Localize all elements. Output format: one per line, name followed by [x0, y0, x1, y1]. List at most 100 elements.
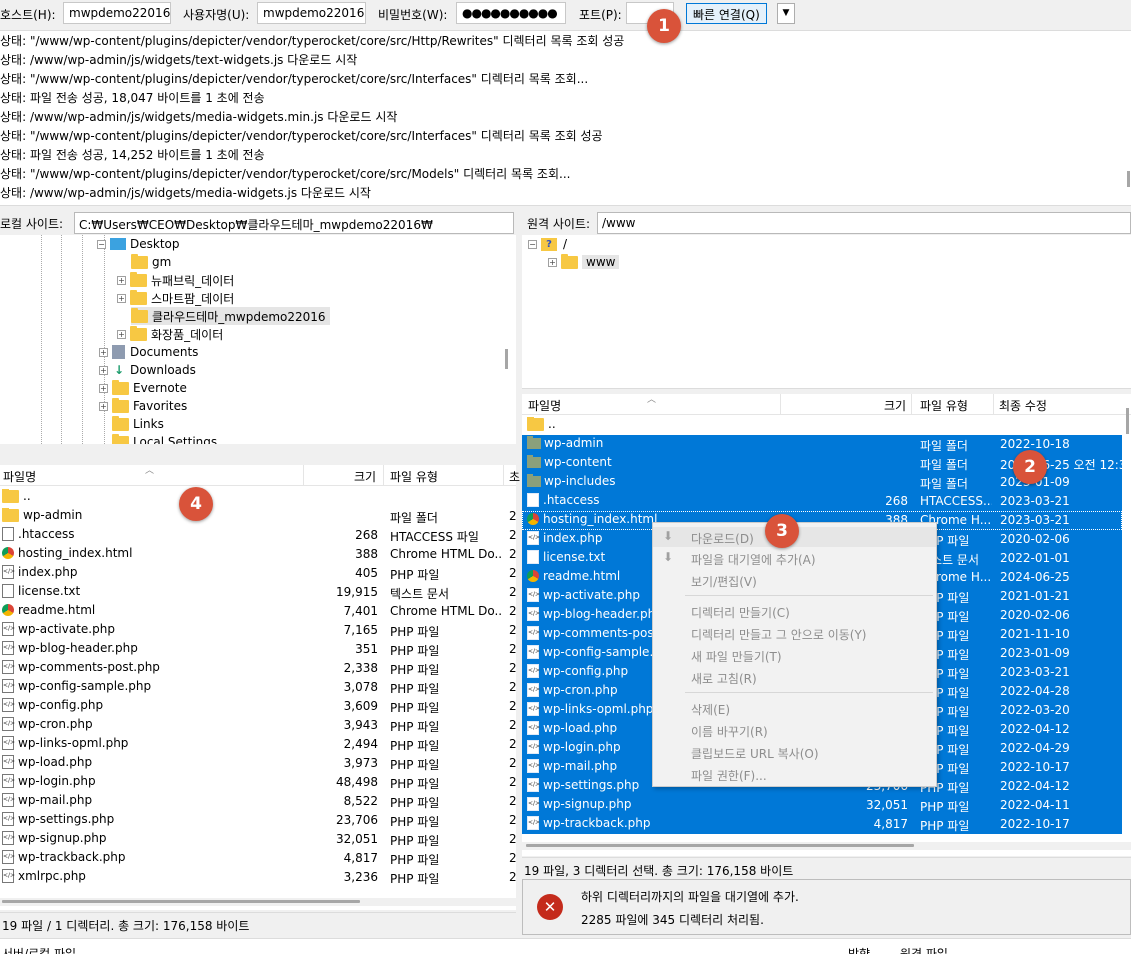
tree-item[interactable]: + 화장품_데이터 [117, 325, 223, 343]
local-file-row[interactable]: </> wp-cron.php 3,943 PHP 파일 2 [0, 716, 516, 735]
menu-item-add-to-queue[interactable]: ⬇ 파일을 대기열에 추가(A) [653, 548, 936, 568]
local-file-row[interactable]: license.txt 19,915 텍스트 문서 2 [0, 583, 516, 602]
column-size[interactable]: 크기 [354, 468, 376, 485]
local-file-row[interactable]: </> wp-activate.php 7,165 PHP 파일 2 [0, 621, 516, 640]
message-log[interactable]: 상태: "/www/wp-content/plugins/depicter/ve… [0, 30, 1131, 206]
local-file-row[interactable]: wp-admin 파일 폴더 2 [0, 507, 516, 526]
log-line: 상태: 파일 전송 성공, 14,252 바이트를 1 초에 전송 [0, 148, 265, 162]
remote-file-row[interactable]: .. [522, 416, 1122, 435]
remote-tree-root[interactable]: − ? / [528, 235, 567, 253]
tree-item[interactable]: + 뉴패브릭_데이터 [117, 271, 234, 289]
local-file-row[interactable]: </> wp-blog-header.php 351 PHP 파일 2 [0, 640, 516, 659]
local-tree-scrollbar[interactable] [505, 349, 508, 369]
user-input[interactable]: mwpdemo22016 [257, 2, 366, 24]
local-file-row[interactable]: </> wp-trackback.php 4,817 PHP 파일 2 [0, 849, 516, 868]
quickconnect-dropdown[interactable]: ▼ [777, 3, 795, 24]
expand-icon[interactable]: + [548, 257, 557, 267]
column-name[interactable]: 파일명 [528, 397, 561, 414]
tree-item-gm[interactable]: gm [131, 253, 171, 271]
php-file-icon: </> [527, 626, 540, 640]
menu-item-delete[interactable]: 삭제(E) [653, 698, 936, 718]
tree-item-documents[interactable]: + Documents [99, 343, 198, 361]
expand-icon[interactable]: + [99, 347, 108, 357]
remote-tree-www[interactable]: + www [548, 253, 620, 271]
local-file-row[interactable]: </> wp-config.php 3,609 PHP 파일 2 [0, 697, 516, 716]
queue-add-icon: ⬇ [663, 550, 674, 564]
local-site-path[interactable]: C:₩Users₩CEO₩Desktop₩클라우드테마_mwpdemo22016… [74, 212, 514, 234]
column-type[interactable]: 파일 유형 [920, 397, 968, 414]
tree-item-links[interactable]: Links [112, 415, 164, 433]
expand-icon[interactable]: + [117, 329, 126, 339]
remote-site-label: 원격 사이트: [527, 217, 591, 231]
column-name[interactable]: 파일명 [3, 468, 36, 485]
php-file-icon: </> [2, 850, 15, 864]
host-input[interactable]: mwpdemo22016.r [63, 2, 171, 24]
file-icon [527, 493, 539, 507]
php-file-icon: </> [2, 793, 15, 807]
queue-col-remote[interactable]: 원격 파일 [900, 945, 948, 954]
local-file-row[interactable]: </> wp-comments-post.php 2,338 PHP 파일 2 [0, 659, 516, 678]
remote-site-path[interactable]: /www [597, 212, 1131, 234]
log-scrollbar[interactable] [1127, 171, 1130, 187]
expand-icon[interactable]: + [99, 401, 108, 411]
local-file-row[interactable]: .. [0, 488, 516, 507]
tree-item-evernote[interactable]: + Evernote [99, 379, 187, 397]
expand-icon[interactable]: + [117, 293, 126, 303]
local-file-row[interactable]: hosting_index.html 388 Chrome HTML Do... 2 [0, 545, 516, 564]
remote-list-hscrollbar[interactable] [522, 842, 1131, 850]
download-icon: ↓ [113, 363, 125, 377]
local-file-row[interactable]: </> wp-mail.php 8,522 PHP 파일 2 [0, 792, 516, 811]
local-file-row[interactable]: </> index.php 405 PHP 파일 2 [0, 564, 516, 583]
expand-icon[interactable]: + [99, 383, 108, 393]
local-file-row[interactable]: </> xmlrpc.php 3,236 PHP 파일 2 [0, 868, 516, 887]
column-modified[interactable]: 최종 수정 [999, 397, 1047, 414]
local-list-hscrollbar[interactable] [0, 898, 516, 906]
menu-item-copy-url[interactable]: 클립보드로 URL 복사(O) [653, 742, 936, 762]
menu-item-permissions[interactable]: 파일 권한(F)... [653, 764, 936, 784]
collapse-icon[interactable]: − [528, 239, 537, 249]
column-type[interactable]: 파일 유형 [390, 468, 438, 485]
local-file-row[interactable]: readme.html 7,401 Chrome HTML Do... 2 [0, 602, 516, 621]
notification-line1: 하위 디렉터리까지의 파일을 대기열에 추가. [581, 890, 799, 904]
tree-item-favorites[interactable]: + Favorites [99, 397, 187, 415]
folder-icon [131, 253, 148, 269]
sort-arrow-icon: ︿ [647, 395, 657, 405]
remote-file-row[interactable]: </> wp-signup.php 32,051 PHP 파일 2022-04-11 [522, 796, 1122, 815]
tree-item-current[interactable]: 클라우드테마_mwpdemo22016 [131, 307, 330, 325]
tree-item-desktop[interactable]: − Desktop [97, 235, 180, 253]
menu-item-create-dir[interactable]: 디렉터리 만들기(C) [653, 601, 936, 621]
tree-item-downloads[interactable]: + ↓ Downloads [99, 361, 196, 379]
local-file-row[interactable]: </> wp-links-opml.php 2,494 PHP 파일 2 [0, 735, 516, 754]
password-input[interactable]: ●●●●●●●●●● [456, 2, 566, 24]
expand-icon[interactable]: + [99, 365, 108, 375]
menu-item-new-file[interactable]: 새 파일 만들기(T) [653, 645, 936, 665]
folder-icon [561, 253, 578, 269]
log-line: 상태: /www/wp-admin/js/widgets/media-widge… [0, 110, 398, 124]
folder-icon [527, 455, 541, 468]
expand-icon[interactable]: + [117, 275, 126, 285]
local-file-row[interactable]: </> wp-settings.php 23,706 PHP 파일 2 [0, 811, 516, 830]
remote-file-row[interactable]: </> wp-trackback.php 4,817 PHP 파일 2022-10-17 [522, 815, 1122, 834]
tree-item-local-settings[interactable]: Local Settings [112, 433, 217, 444]
collapse-icon[interactable]: − [97, 239, 106, 249]
tree-item[interactable]: + 스마트팜_데이터 [117, 289, 234, 307]
column-size[interactable]: 크기 [884, 397, 906, 414]
menu-item-view-edit[interactable]: 보기/편집(V) [653, 570, 936, 590]
host-label: 호스트(H): [0, 8, 56, 22]
remote-file-row[interactable]: .htaccess 268 HTACCESS... 2023-03-21 [522, 492, 1122, 511]
remote-list-vscrollbar[interactable] [1126, 408, 1129, 434]
queue-col-direction[interactable]: 방향 [848, 945, 870, 954]
queue-col-file[interactable]: 서버/로컬 파일 [2, 945, 76, 954]
local-file-row[interactable]: </> wp-signup.php 32,051 PHP 파일 2 [0, 830, 516, 849]
local-file-row[interactable]: </> wp-login.php 48,498 PHP 파일 2 [0, 773, 516, 792]
column-extra[interactable]: 초 [509, 468, 520, 485]
menu-item-rename[interactable]: 이름 바꾸기(R) [653, 720, 936, 740]
php-file-icon: </> [527, 607, 540, 621]
local-file-row[interactable]: </> wp-config-sample.php 3,078 PHP 파일 2 [0, 678, 516, 697]
quickconnect-button[interactable]: 빠른 연결(Q) [686, 3, 767, 24]
local-file-row[interactable]: .htaccess 268 HTACCESS 파일 2 [0, 526, 516, 545]
local-file-row[interactable]: </> wp-load.php 3,973 PHP 파일 2 [0, 754, 516, 773]
menu-item-refresh[interactable]: 새로 고침(R) [653, 667, 936, 687]
php-file-icon: </> [527, 721, 540, 735]
menu-item-create-dir-enter[interactable]: 디렉터리 만들고 그 안으로 이동(Y) [653, 623, 936, 643]
